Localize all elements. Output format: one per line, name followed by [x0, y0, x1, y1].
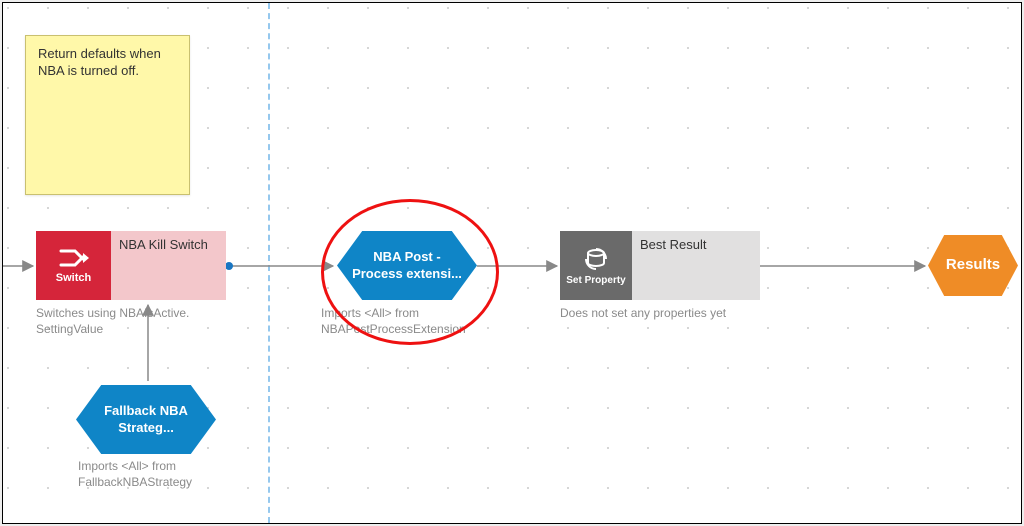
set-property-icon-block: Set Property	[560, 231, 632, 300]
nba-post-node[interactable]: NBA Post -Process extensi...	[337, 231, 477, 300]
switch-out-port[interactable]	[225, 262, 233, 270]
fallback-node[interactable]: Fallback NBA Strateg...	[76, 385, 216, 454]
fallback-title: Fallback NBA Strateg...	[90, 403, 202, 436]
set-property-node[interactable]: Set Property Best Result	[560, 231, 760, 300]
database-rotate-icon	[583, 246, 609, 272]
sticky-note[interactable]: Return defaults when NBA is turned off.	[25, 35, 190, 195]
nba-post-title: NBA Post -Process extensi...	[351, 249, 463, 282]
nba-post-desc: Imports <All> from NBAPostProcessExtensi…	[321, 305, 531, 337]
switch-desc: Switches using NBAIsActive. SettingValue	[36, 305, 246, 337]
note-text: Return defaults when NBA is turned off.	[38, 46, 161, 78]
switch-icon-label: Switch	[56, 272, 91, 284]
set-property-icon-label: Set Property	[566, 275, 625, 286]
set-property-desc: Does not set any properties yet	[560, 305, 790, 321]
switch-title: NBA Kill Switch	[111, 231, 226, 300]
fallback-desc: Imports <All> from FallbackNBAStrategy	[78, 458, 268, 490]
switch-icon	[59, 247, 89, 269]
switch-node[interactable]: Switch NBA Kill Switch	[36, 231, 226, 300]
set-property-title: Best Result	[632, 231, 760, 300]
switch-icon-block: Switch	[36, 231, 111, 300]
results-title: Results	[946, 256, 1000, 275]
results-node[interactable]: Results	[928, 235, 1018, 296]
canvas: Return defaults when NBA is turned off. …	[2, 2, 1022, 524]
